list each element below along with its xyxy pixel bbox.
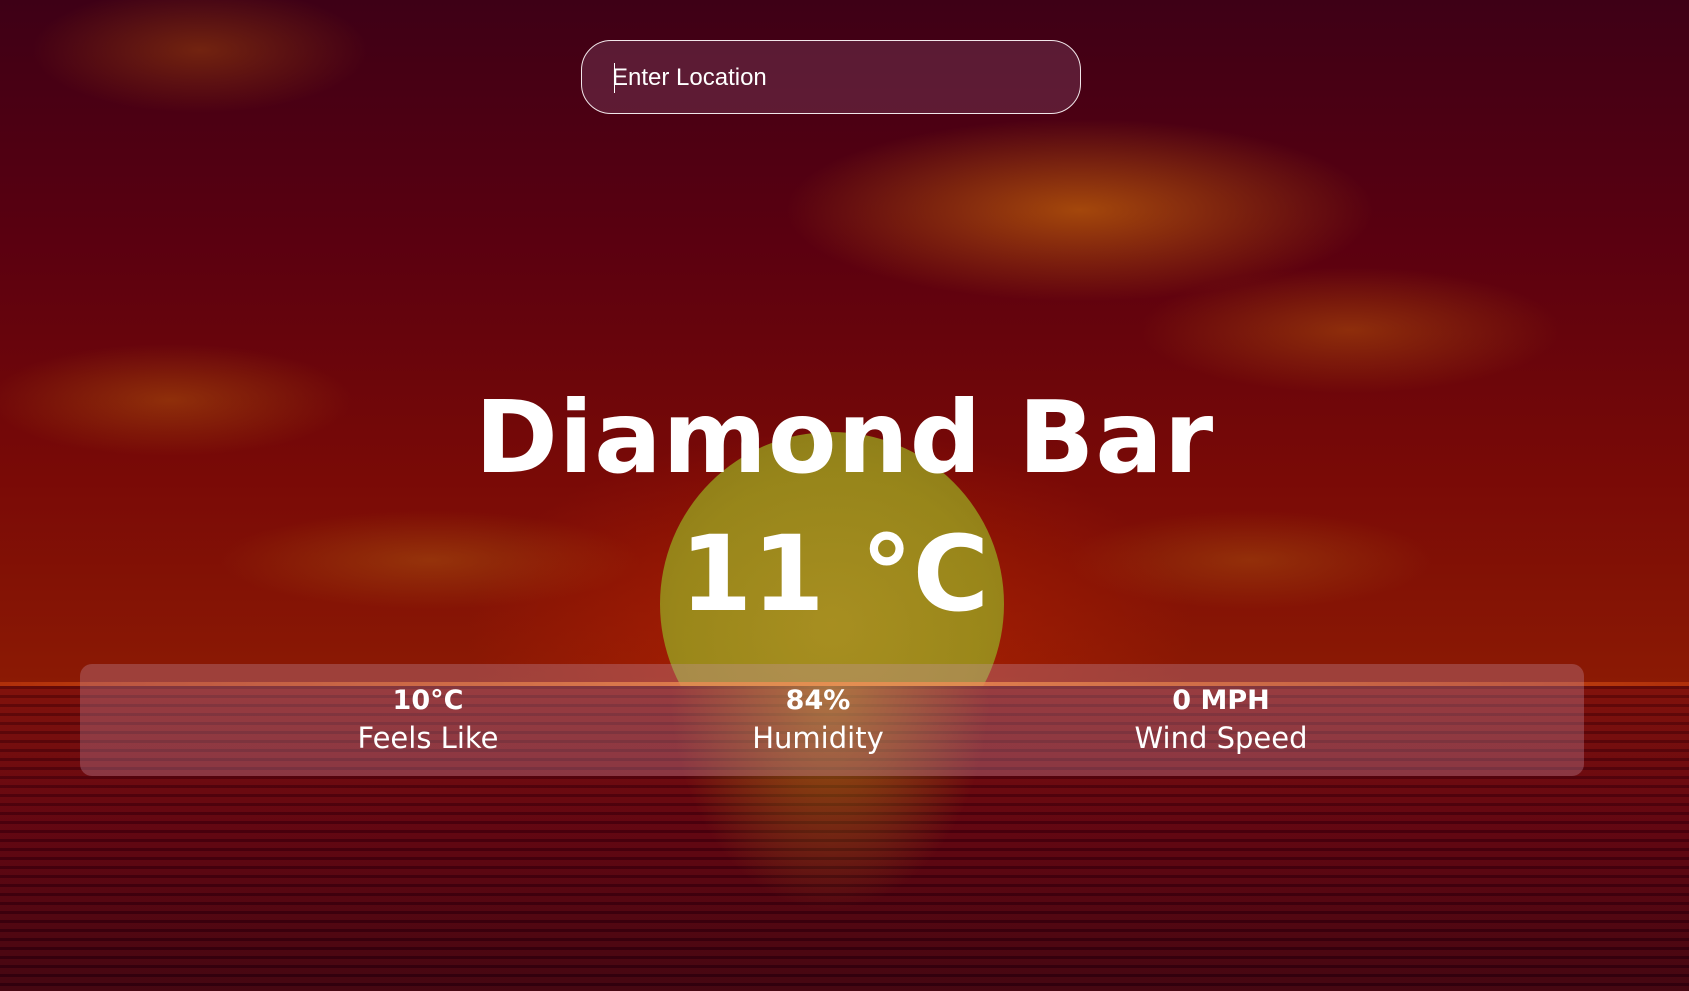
text-cursor [614, 63, 615, 93]
wind-speed-stat: 0 MPH Wind Speed [1071, 684, 1371, 758]
feels-like-value: 10°C [392, 685, 464, 716]
humidity-stat: 84% Humidity [668, 684, 968, 758]
current-temperature: 11 °C [679, 513, 990, 635]
feels-like-label: Feels Like [357, 721, 499, 755]
wind-speed-value: 0 MPH [1172, 685, 1270, 716]
humidity-label: Humidity [752, 721, 884, 755]
humidity-value: 84% [785, 685, 851, 716]
location-search-input[interactable] [612, 41, 1052, 115]
search-box[interactable] [581, 40, 1081, 115]
city-name: Diamond Bar [474, 379, 1215, 496]
wind-speed-label: Wind Speed [1134, 721, 1308, 755]
weather-details-panel: 10°C Feels Like 84% Humidity 0 MPH Wind … [80, 664, 1584, 776]
feels-like-stat: 10°C Feels Like [278, 684, 578, 758]
